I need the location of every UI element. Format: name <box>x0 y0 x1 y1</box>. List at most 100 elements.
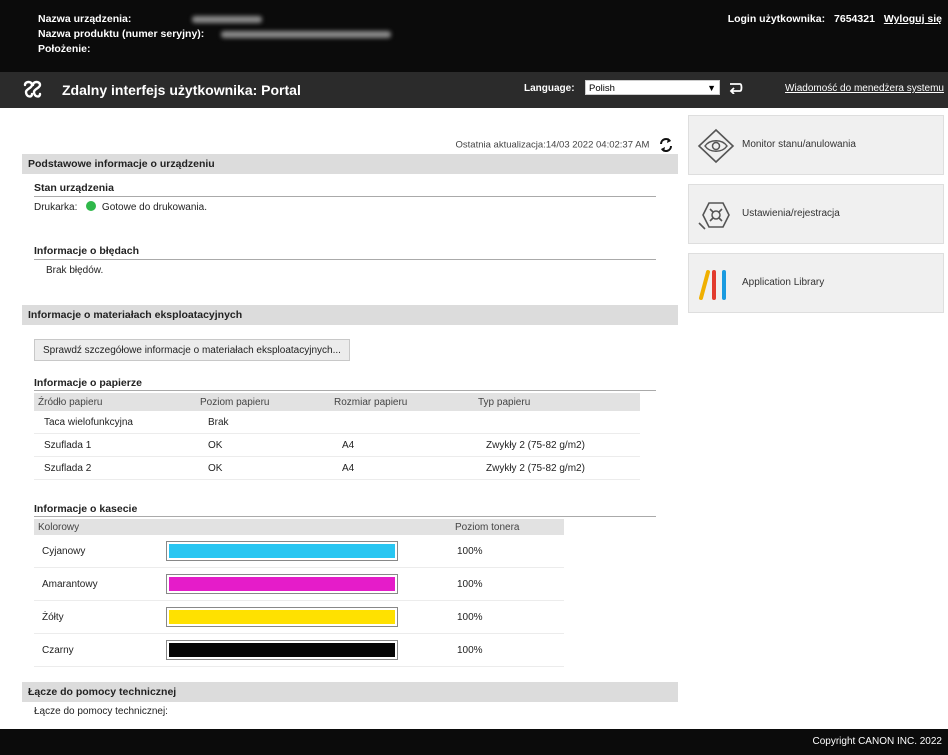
toner-level: 100% <box>451 567 564 601</box>
side-item-label: Application Library <box>742 277 825 288</box>
apply-language-icon[interactable] <box>729 80 743 94</box>
toner-bar-cell <box>165 567 451 601</box>
device-header: Nazwa urządzenia: Nazwa produktu (numer … <box>0 0 948 72</box>
toner-bar <box>166 541 398 561</box>
table-row: Czarny 100% <box>34 633 564 667</box>
error-text: Brak błędów. <box>46 265 104 276</box>
cartridge-table-header: Kolorowy Poziom tonera <box>34 519 564 535</box>
printer-label: Drukarka: <box>34 202 78 213</box>
paper-source: Szuflada 2 <box>34 456 196 480</box>
device-info-section-header: Podstawowe informacje o urządzeniu <box>22 154 678 174</box>
toner-bar <box>166 574 398 594</box>
paper-size: A4 <box>330 433 474 457</box>
printer-status: Gotowe do drukowania. <box>101 202 207 213</box>
location-label: Położenie: <box>38 43 91 55</box>
application-library-icon <box>699 270 726 300</box>
toner-bar-fill <box>169 643 395 657</box>
refresh-icon[interactable] <box>658 137 674 153</box>
cartridge-col-header: Kolorowy <box>34 519 165 535</box>
side-item-status-monitor[interactable]: Monitor stanu/anulowania <box>688 115 944 175</box>
device-name-row: Nazwa urządzenia: <box>38 13 263 25</box>
side-item-settings[interactable]: Ustawienia/rejestracja <box>688 184 944 244</box>
side-item-label: Ustawienia/rejestracja <box>742 208 840 219</box>
cartridge-col-header <box>165 519 451 535</box>
paper-table-header: Źródło papieru Poziom papieru Rozmiar pa… <box>34 393 640 411</box>
paper-info-heading: Informacje o papierze <box>34 377 142 389</box>
paper-table: Źródło papieru Poziom papieru Rozmiar pa… <box>34 393 640 480</box>
toner-bar-fill <box>169 610 395 624</box>
chevron-down-icon: ▼ <box>707 83 716 93</box>
paper-type <box>474 411 640 434</box>
product-name-row: Nazwa produktu (numer seryjny): <box>38 28 392 40</box>
paper-col-header: Źródło papieru <box>34 393 196 411</box>
toner-bar <box>166 640 398 660</box>
consumables-section-header: Informacje o materiałach eksploatacyjnyc… <box>22 305 678 325</box>
divider <box>34 259 656 260</box>
table-row: Amarantowy 100% <box>34 567 564 601</box>
toner-bar-fill <box>169 577 395 591</box>
divider <box>34 196 656 197</box>
side-item-application-library[interactable]: Application Library <box>688 253 944 313</box>
cartridge-info-heading: Informacje o kasecie <box>34 503 138 515</box>
logout-link[interactable]: Wyloguj się <box>884 13 942 25</box>
cartridge-name: Żółty <box>34 600 165 634</box>
divider <box>34 516 656 517</box>
printer-status-row: Drukarka: Gotowe do drukowania. <box>34 201 207 213</box>
copyright: Copyright CANON INC. 2022 <box>812 736 943 747</box>
paper-col-header: Rozmiar papieru <box>330 393 474 411</box>
footer: Copyright CANON INC. 2022 <box>0 729 948 755</box>
table-row: Cyjanowy 100% <box>34 535 564 568</box>
paper-size <box>330 411 474 434</box>
portal-logo-icon <box>23 80 42 98</box>
support-link[interactable]: Łącze do pomocy technicznej: <box>34 706 168 717</box>
toner-bar-cell <box>165 633 451 667</box>
cartridge-name: Cyjanowy <box>34 535 165 568</box>
login-value: 7654321 <box>834 13 875 25</box>
paper-size: A4 <box>330 456 474 480</box>
settings-gear-icon <box>698 202 730 230</box>
portal-titlebar: Zdalny interfejs użytkownika: Portal Lan… <box>0 72 948 108</box>
device-name-label: Nazwa urządzenia: <box>38 13 132 25</box>
toner-level: 100% <box>451 633 564 667</box>
paper-col-header: Typ papieru <box>474 393 640 411</box>
toner-level: 100% <box>451 535 564 568</box>
language-select[interactable]: Polish ▼ <box>585 80 720 95</box>
paper-type: Zwykły 2 (75-82 g/m2) <box>474 456 640 480</box>
product-name-label: Nazwa produktu (numer seryjny): <box>38 28 205 40</box>
sysmgr-message-link[interactable]: Wiadomość do menedżera systemu <box>785 83 944 94</box>
support-section-header: Łącze do pomocy technicznej <box>22 682 678 702</box>
cartridge-col-header: Poziom tonera <box>451 519 564 535</box>
language-label: Language: <box>524 83 575 94</box>
cartridge-table: Kolorowy Poziom tonera Cyjanowy 100% Ama… <box>34 519 564 667</box>
cartridge-name: Amarantowy <box>34 567 165 601</box>
paper-level: OK <box>196 433 330 457</box>
monitor-eye-icon <box>697 128 735 164</box>
toner-bar <box>166 607 398 627</box>
login-label: Login użytkownika: <box>727 13 826 25</box>
paper-type: Zwykły 2 (75-82 g/m2) <box>474 433 640 457</box>
paper-source: Szuflada 1 <box>34 433 196 457</box>
product-name-value <box>221 30 392 38</box>
table-row: Szuflada 1 OK A4 Zwykły 2 (75-82 g/m2) <box>34 433 640 457</box>
consumables-details-button[interactable]: Sprawdź szczegółowe informacje o materia… <box>34 339 350 361</box>
error-info-heading: Informacje o błędach <box>34 245 140 257</box>
portal-title: Zdalny interfejs użytkownika: Portal <box>62 82 301 98</box>
device-name-value <box>192 15 263 23</box>
toner-bar-fill <box>169 544 395 558</box>
paper-level: Brak <box>196 411 330 434</box>
login-info: Login użytkownika: 7654321 Wyloguj się <box>728 13 942 25</box>
last-update-text: Ostatnia aktualizacja:14/03 2022 04:02:3… <box>455 139 650 151</box>
toner-bar-cell <box>165 600 451 634</box>
paper-col-header: Poziom papieru <box>196 393 330 411</box>
paper-source: Taca wielofunkcyjna <box>34 411 196 434</box>
location-row: Położenie: <box>38 43 91 55</box>
language-value: Polish <box>589 83 615 94</box>
toner-level: 100% <box>451 600 564 634</box>
toner-bar-cell <box>165 535 451 568</box>
table-row: Taca wielofunkcyjna Brak <box>34 411 640 434</box>
device-status-heading: Stan urządzenia <box>34 182 114 194</box>
side-item-label: Monitor stanu/anulowania <box>742 139 856 150</box>
cartridge-name: Czarny <box>34 633 165 667</box>
table-row: Żółty 100% <box>34 600 564 634</box>
table-row: Szuflada 2 OK A4 Zwykły 2 (75-82 g/m2) <box>34 456 640 480</box>
